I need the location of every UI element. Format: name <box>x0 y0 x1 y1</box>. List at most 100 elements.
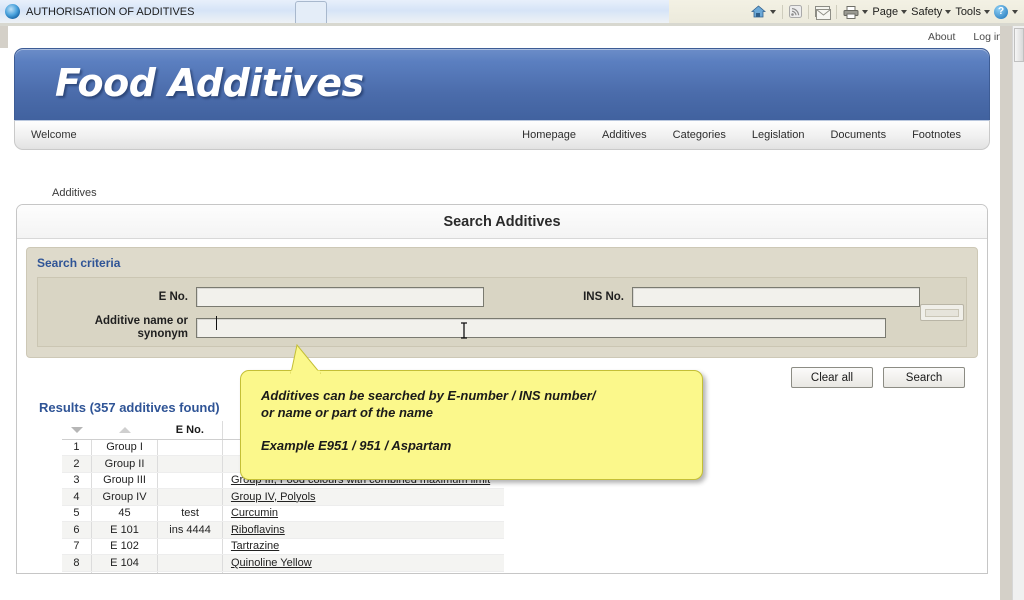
login-link[interactable]: Log in <box>973 31 1002 43</box>
additive-name-label: Additive name or synonym <box>44 315 196 341</box>
screen: AUTHORISATION OF ADDITIVES Page Safety T <box>0 0 1024 600</box>
row-e-no: Group IV <box>91 488 159 506</box>
additive-link[interactable]: Riboflavins <box>231 524 285 536</box>
sort-ascending-arrow-icon[interactable] <box>91 421 158 440</box>
callout-line-2: or name or part of the name <box>261 405 433 420</box>
nav-item-footnotes[interactable]: Footnotes <box>912 129 961 141</box>
page-title: Search Additives <box>443 213 561 230</box>
field-row-numbers: E No. INS No. <box>38 284 966 309</box>
home-dropdown-caret-icon[interactable] <box>770 9 777 14</box>
browser-toolbar: Page Safety Tools ? <box>684 0 1024 23</box>
table-row[interactable]: 4 Group IV Group IV, Polyols <box>62 488 612 506</box>
rss-feed-icon[interactable] <box>789 5 803 18</box>
row-index: 6 <box>62 521 92 539</box>
row-ins <box>157 455 223 473</box>
row-ins <box>157 571 223 573</box>
row-ins: test <box>157 505 223 522</box>
secondary-lookup-button[interactable] <box>920 304 964 321</box>
help-dropdown-caret-icon[interactable] <box>1012 9 1018 14</box>
row-name: Tartrazine <box>222 538 504 555</box>
row-e-no: E 110 <box>91 571 159 573</box>
toolbar-separator <box>836 4 838 19</box>
row-index: 8 <box>62 554 92 572</box>
nav-item-documents[interactable]: Documents <box>830 129 886 141</box>
site-title: Food Additives <box>55 61 364 105</box>
callout-line-3: Example E951 / 951 / Aspartam <box>261 438 452 453</box>
additive-name-input[interactable] <box>196 317 886 338</box>
clear-all-button[interactable]: Clear all <box>791 367 873 388</box>
nav-item-additives[interactable]: Additives <box>602 129 647 141</box>
panel-header: Search Additives <box>17 205 987 239</box>
row-ins <box>157 439 223 456</box>
callout-line-1: Additives can be searched by E-number / … <box>261 388 596 403</box>
page-right-margin <box>1000 26 1012 600</box>
table-row[interactable]: 6E 101 ins 4444 Riboflavins <box>62 521 612 539</box>
secondary-lookup-button-glyph <box>925 309 959 317</box>
print-dropdown-caret-icon[interactable] <box>862 9 869 14</box>
scrollbar-thumb[interactable] <box>1014 28 1024 62</box>
row-index: 2 <box>62 455 92 473</box>
row-e-no: Group I <box>91 439 159 456</box>
row-name: Sunset Yellow FCF/Orange Yellow S <box>222 571 504 574</box>
utility-links: About Log in <box>928 31 1002 43</box>
row-index: 1 <box>62 439 92 456</box>
nav-item-homepage[interactable]: Homepage <box>522 129 576 141</box>
search-button[interactable]: Search <box>883 367 965 388</box>
column-header-e-no[interactable]: E No. <box>157 421 223 440</box>
nav-links: Homepage Additives Categories Legislatio… <box>522 129 989 141</box>
sort-descending-arrow-icon[interactable] <box>62 421 92 440</box>
home-icon[interactable] <box>751 5 767 18</box>
table-row[interactable]: 9E 110 Sunset Yellow FCF/Orange Yellow S <box>62 571 612 574</box>
vertical-scrollbar[interactable] <box>1012 26 1024 600</box>
row-name: Riboflavins <box>222 521 504 539</box>
nav-item-legislation[interactable]: Legislation <box>752 129 805 141</box>
row-e-no: Group III <box>91 472 159 489</box>
table-row[interactable]: 7E 102 Tartrazine <box>62 538 612 555</box>
site-banner: Food Additives <box>14 48 990 120</box>
breadcrumb[interactable]: Additives <box>52 187 97 199</box>
row-e-no: Group II <box>91 455 159 473</box>
e-no-input[interactable] <box>196 286 484 307</box>
nav-item-categories[interactable]: Categories <box>673 129 726 141</box>
row-e-no: E 104 <box>91 554 159 572</box>
row-ins <box>157 554 223 572</box>
toolbar-separator <box>782 4 784 19</box>
welcome-label: Welcome <box>31 129 77 141</box>
main-navigation: Welcome Homepage Additives Categories Le… <box>14 120 990 150</box>
row-index: 4 <box>62 488 92 506</box>
menu-page[interactable]: Page <box>872 5 908 18</box>
toolbar-separator <box>808 4 810 19</box>
row-name: Quinoline Yellow <box>222 554 504 572</box>
row-ins: ins 4444 <box>157 521 223 539</box>
field-row-name: Additive name or synonym <box>38 315 966 340</box>
row-e-no: E 101 <box>91 521 159 539</box>
browser-tab[interactable] <box>295 1 327 23</box>
chevron-down-icon <box>901 9 908 14</box>
additive-link[interactable]: Sunset Yellow FCF/Orange Yellow S <box>231 573 408 574</box>
ins-no-input[interactable] <box>632 286 920 307</box>
additive-link[interactable]: Curcumin <box>231 507 278 519</box>
row-ins <box>157 538 223 555</box>
criteria-fields-box: E No. INS No. Additive name or synonym <box>37 277 967 347</box>
printer-icon[interactable] <box>843 5 859 19</box>
menu-tools-label: Tools <box>955 5 981 18</box>
help-callout: Additives can be searched by E-number / … <box>240 344 703 480</box>
additive-link[interactable]: Group IV, Polyols <box>231 491 316 503</box>
additive-link[interactable]: Quinoline Yellow <box>231 557 312 569</box>
row-index: 7 <box>62 538 92 555</box>
table-row[interactable]: 5 45 test Curcumin <box>62 505 612 522</box>
table-row[interactable]: 8E 104 Quinoline Yellow <box>62 554 612 572</box>
chevron-down-icon <box>984 9 990 14</box>
additive-name-label-line2: synonym <box>137 327 189 340</box>
additive-link[interactable]: Tartrazine <box>231 540 279 552</box>
menu-page-label: Page <box>872 5 899 18</box>
internet-explorer-icon <box>5 4 20 19</box>
menu-tools[interactable]: Tools <box>955 6 990 18</box>
row-e-no: 45 <box>91 505 159 522</box>
menu-safety[interactable]: Safety <box>911 6 952 18</box>
additive-name-label-line1: Additive name or <box>94 314 188 327</box>
about-link[interactable]: About <box>928 31 955 43</box>
mail-icon[interactable] <box>815 6 832 20</box>
row-ins <box>157 472 223 489</box>
help-icon[interactable]: ? <box>994 4 1008 19</box>
